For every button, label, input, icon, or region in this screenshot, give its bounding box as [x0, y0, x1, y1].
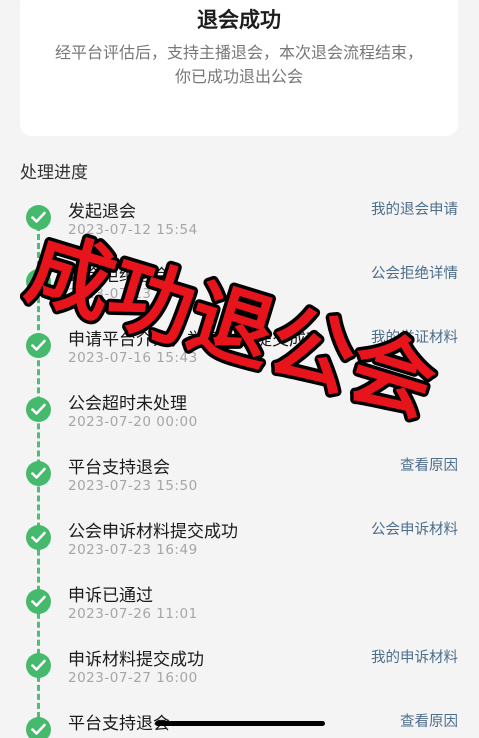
home-indicator[interactable]	[155, 721, 325, 726]
progress-section-title: 处理进度	[20, 163, 88, 183]
check-circle-icon	[26, 717, 51, 738]
timeline-step: 申诉已通过 2023-07-26 11:01	[0, 586, 479, 639]
step-time: 2023-07-13 10:20	[68, 286, 198, 302]
check-circle-icon	[26, 653, 51, 678]
step-time: 2023-07-23 16:49	[68, 542, 198, 558]
timeline-step: 公会拒绝退会 2023-07-13 10:20 公会拒绝详情	[0, 266, 479, 319]
step-title: 公会超时未处理	[68, 394, 187, 414]
timeline-step: 发起退会 2023-07-12 15:54 我的退会申请	[0, 202, 479, 255]
timeline-step: 申请平台介入，举证材料提交成功 2023-07-16 15:43 我的举证材料	[0, 330, 479, 383]
check-circle-icon	[26, 205, 51, 230]
timeline-step: 公会申诉材料提交成功 2023-07-23 16:49 公会申诉材料	[0, 522, 479, 575]
step-time: 2023-07-23 15:50	[68, 478, 198, 494]
step-link[interactable]: 查看原因	[400, 710, 458, 731]
step-title: 发起退会	[68, 202, 136, 222]
screen: 退会成功 经平台评估后，支持主播退会，本次退会流程结束，你已成功退出公会 处理进…	[0, 0, 479, 738]
step-link[interactable]: 我的退会申请	[371, 198, 458, 219]
result-card: 退会成功 经平台评估后，支持主播退会，本次退会流程结束，你已成功退出公会	[20, 0, 458, 136]
timeline-step: 申诉材料提交成功 2023-07-27 16:00 我的申诉材料	[0, 650, 479, 703]
timeline-step: 公会超时未处理 2023-07-20 00:00	[0, 394, 479, 447]
result-description: 经平台评估后，支持主播退会，本次退会流程结束，你已成功退出公会	[54, 43, 423, 86]
step-link[interactable]: 我的申诉材料	[371, 646, 458, 667]
step-time: 2023-07-20 00:00	[68, 414, 198, 430]
step-title: 公会申诉材料提交成功	[68, 522, 238, 542]
step-time: 2023-07-12 15:54	[68, 222, 198, 238]
check-circle-icon	[26, 397, 51, 422]
step-time: 2023-07-26 11:01	[68, 606, 198, 622]
step-link[interactable]: 公会拒绝详情	[371, 262, 458, 283]
check-circle-icon	[26, 525, 51, 550]
check-circle-icon	[26, 333, 51, 358]
step-link[interactable]: 公会申诉材料	[371, 518, 458, 539]
check-circle-icon	[26, 461, 51, 486]
step-title: 公会拒绝退会	[68, 266, 170, 286]
step-title: 申请平台介入，举证材料提交成功	[68, 330, 323, 350]
step-link[interactable]: 查看原因	[400, 454, 458, 475]
step-title: 申诉材料提交成功	[68, 650, 204, 670]
check-circle-icon	[26, 589, 51, 614]
step-title: 申诉已通过	[68, 586, 153, 606]
step-link[interactable]: 我的举证材料	[371, 326, 458, 347]
timeline-step: 平台支持退会 2023-07-23 15:50 查看原因	[0, 458, 479, 511]
step-time: 2023-07-27 16:00	[68, 670, 198, 686]
check-circle-icon	[26, 269, 51, 294]
result-title: 退会成功	[197, 8, 281, 32]
step-time: 2023-07-16 15:43	[68, 350, 198, 366]
step-title: 平台支持退会	[68, 458, 170, 478]
